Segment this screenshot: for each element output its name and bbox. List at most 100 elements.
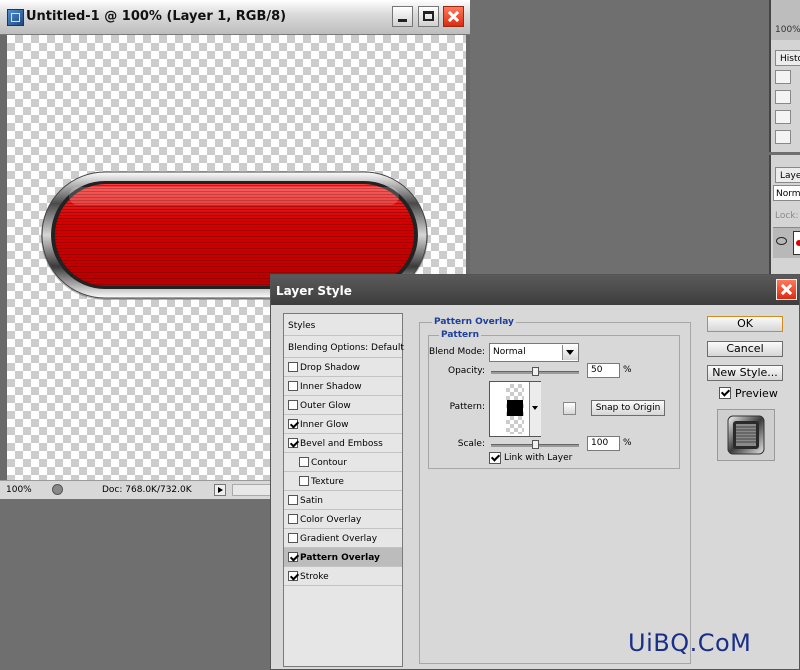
opacity-slider-thumb[interactable]: [532, 367, 539, 376]
history-state-4[interactable]: [775, 130, 791, 144]
minimize-button[interactable]: [392, 6, 413, 27]
document-title-bar[interactable]: Untitled-1 @ 100% (Layer 1, RGB/8): [0, 0, 470, 35]
effect-checkbox[interactable]: [288, 533, 298, 543]
status-doc-size: Doc: 768.0K/732.0K: [102, 485, 192, 495]
document-title: Untitled-1 @ 100% (Layer 1, RGB/8): [26, 9, 287, 24]
chevron-down-icon[interactable]: [562, 345, 578, 360]
pattern-overlay-title: Pattern Overlay: [432, 317, 516, 327]
blend-mode-value: Normal: [493, 347, 526, 357]
effect-contour[interactable]: Contour: [284, 453, 402, 472]
status-icon: [52, 484, 63, 495]
status-menu-arrow-icon[interactable]: [214, 484, 226, 496]
link-with-layer-check-icon[interactable]: [489, 452, 501, 464]
pattern-picker[interactable]: [489, 381, 541, 437]
effect-checkbox[interactable]: [288, 362, 298, 372]
maximize-button[interactable]: [418, 6, 439, 27]
pattern-subgroup: Pattern Blend Mode: Normal Opacity: 50 %…: [428, 330, 680, 469]
effect-label: Outer Glow: [300, 401, 351, 411]
effect-checkbox[interactable]: [288, 552, 298, 562]
effect-checkbox[interactable]: [288, 419, 298, 429]
styles-list: Styles Blending Options: Default Drop Sh…: [283, 313, 404, 667]
effect-checkbox[interactable]: [288, 571, 298, 581]
effect-outer-glow[interactable]: Outer Glow: [284, 396, 402, 415]
scale-slider-thumb[interactable]: [532, 440, 539, 449]
pattern-swatch: [506, 384, 524, 434]
layers-panel: Laye Norma Lock:: [769, 155, 800, 280]
opacity-value: 50: [591, 365, 603, 375]
eye-icon[interactable]: [776, 237, 787, 245]
effect-checkbox[interactable]: [288, 381, 298, 391]
effect-drop-shadow[interactable]: Drop Shadow: [284, 358, 402, 377]
layer-row[interactable]: [773, 227, 800, 258]
dialog-title: Layer Style: [276, 284, 352, 298]
style-preview-swatch: [717, 409, 775, 461]
preview-label: Preview: [735, 387, 778, 400]
blending-options-label: Blending Options: Default: [288, 343, 404, 353]
effect-checkbox[interactable]: [299, 457, 309, 467]
effect-pattern-overlay[interactable]: Pattern Overlay: [284, 548, 402, 567]
new-style-label: New Style...: [712, 366, 778, 379]
effect-label: Satin: [300, 496, 323, 506]
styles-header[interactable]: Styles: [284, 314, 402, 336]
watermark: UiBQ.CoM: [628, 629, 752, 657]
effect-stroke[interactable]: Stroke: [284, 567, 402, 586]
effect-inner-glow[interactable]: Inner Glow: [284, 415, 402, 434]
effect-gradient-overlay[interactable]: Gradient Overlay: [284, 529, 402, 548]
effect-label: Contour: [311, 458, 347, 468]
snap-to-origin-label: Snap to Origin: [595, 403, 661, 413]
history-state-1[interactable]: [775, 70, 791, 84]
effect-checkbox[interactable]: [288, 495, 298, 505]
preview-check-icon[interactable]: [719, 387, 731, 399]
pattern-overlay-group: Pattern Overlay Pattern Blend Mode: Norm…: [419, 317, 691, 664]
effect-checkbox[interactable]: [288, 514, 298, 524]
pattern-label: Pattern:: [449, 402, 485, 412]
history-tab-label: Histo: [780, 54, 800, 64]
opacity-input[interactable]: 50: [587, 363, 620, 378]
scale-input[interactable]: 100: [587, 436, 620, 451]
scale-slider[interactable]: [491, 440, 579, 449]
link-with-layer-label: Link with Layer: [504, 453, 573, 463]
effect-color-overlay[interactable]: Color Overlay: [284, 510, 402, 529]
history-tab[interactable]: Histo: [775, 50, 800, 66]
opacity-label: Opacity:: [448, 366, 485, 376]
new-preset-icon[interactable]: [563, 402, 576, 415]
effect-label: Gradient Overlay: [300, 534, 378, 544]
effect-satin[interactable]: Satin: [284, 491, 402, 510]
effect-inner-shadow[interactable]: Inner Shadow: [284, 377, 402, 396]
blend-mode-label: Blend Mode:: [429, 347, 486, 357]
dialog-close-icon[interactable]: [776, 279, 797, 300]
scale-percent: %: [623, 438, 632, 448]
snap-to-origin-button[interactable]: Snap to Origin: [591, 400, 665, 416]
effect-label: Color Overlay: [300, 515, 362, 525]
navigator-zoom: 100%: [775, 25, 800, 35]
layers-blend-value: Norma: [776, 189, 800, 199]
blending-options-item[interactable]: Blending Options: Default: [284, 336, 404, 358]
layer-thumbnail-dot: [796, 240, 800, 246]
status-zoom[interactable]: 100%: [6, 485, 32, 495]
dialog-title-bar[interactable]: Layer Style: [271, 275, 799, 305]
effect-bevel-and-emboss[interactable]: Bevel and Emboss: [284, 434, 402, 453]
pattern-dropdown-arrow-icon[interactable]: [529, 382, 541, 436]
history-state-3[interactable]: [775, 110, 791, 124]
history-state-2[interactable]: [775, 90, 791, 104]
effect-label: Bevel and Emboss: [300, 439, 383, 449]
new-style-button[interactable]: New Style...: [707, 365, 783, 381]
close-icon[interactable]: [443, 6, 464, 27]
effect-label: Pattern Overlay: [300, 553, 380, 563]
layer-style-dialog: Layer Style Styles Blending Options: Def…: [270, 274, 800, 670]
effect-checkbox[interactable]: [288, 438, 298, 448]
effect-texture[interactable]: Texture: [284, 472, 402, 491]
ok-button[interactable]: OK: [707, 316, 783, 332]
effect-checkbox[interactable]: [288, 400, 298, 410]
navigator-panel: 100%: [769, 0, 800, 40]
layers-tab[interactable]: Laye: [775, 167, 800, 183]
pattern-subgroup-title: Pattern: [439, 330, 481, 340]
blend-mode-select[interactable]: Normal: [489, 343, 579, 362]
layers-blend-select[interactable]: Norma: [773, 185, 800, 201]
chevron-down-glyph: [566, 350, 574, 355]
cancel-button[interactable]: Cancel: [707, 341, 783, 357]
opacity-slider[interactable]: [491, 367, 579, 376]
effect-checkbox[interactable]: [299, 476, 309, 486]
cancel-label: Cancel: [726, 342, 764, 355]
document-icon: [7, 9, 24, 26]
